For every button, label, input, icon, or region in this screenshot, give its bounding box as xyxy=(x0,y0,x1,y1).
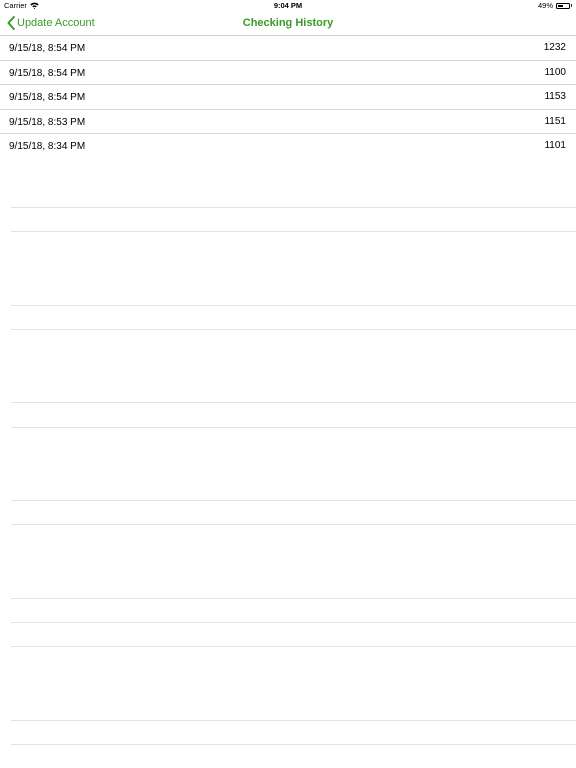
empty-row-divider xyxy=(11,744,576,745)
history-value: 1232 xyxy=(543,42,566,53)
list-item[interactable]: 9/15/18, 8:34 PM 1101 xyxy=(0,134,576,159)
history-date: 9/15/18, 8:54 PM xyxy=(9,67,86,79)
status-bar: Carrier 9:04 PM 49% xyxy=(0,0,576,12)
empty-row-divider xyxy=(11,329,576,330)
empty-row-divider xyxy=(11,231,576,232)
empty-row-divider xyxy=(11,402,576,403)
history-date: 9/15/18, 8:34 PM xyxy=(9,141,86,152)
battery-indicator: 49% xyxy=(538,1,572,10)
list-item[interactable]: 9/15/18, 8:54 PM 1100 xyxy=(0,61,576,85)
empty-row-divider xyxy=(11,500,576,501)
battery-tip xyxy=(570,4,572,7)
empty-row-divider xyxy=(11,720,576,721)
list-item[interactable]: 9/15/18, 8:53 PM 1151 xyxy=(0,110,576,134)
history-date: 9/15/18, 8:54 PM xyxy=(9,43,86,54)
page-title: Checking History xyxy=(242,17,334,29)
list-item[interactable]: 9/15/18, 8:54 PM 1232 xyxy=(0,36,576,61)
history-list: 9/15/18, 8:54 PM 1232 9/15/18, 8:54 PM 1… xyxy=(0,36,576,159)
history-date: 9/15/18, 8:53 PM xyxy=(9,116,86,128)
battery-fill xyxy=(558,4,563,7)
history-value: 1151 xyxy=(544,115,566,127)
empty-row-divider xyxy=(11,524,576,525)
list-item[interactable]: 9/15/18, 8:54 PM 1153 xyxy=(0,85,576,110)
battery-icon xyxy=(556,2,570,9)
history-value: 1100 xyxy=(544,66,566,78)
empty-row-divider xyxy=(11,598,576,599)
history-value: 1101 xyxy=(544,140,566,151)
navigation-bar: Update Account Checking History xyxy=(0,12,576,36)
status-time: 9:04 PM xyxy=(273,1,303,10)
empty-row-divider xyxy=(11,646,576,647)
battery-percent: 49% xyxy=(537,1,553,10)
history-value: 1153 xyxy=(544,91,566,102)
empty-row-divider xyxy=(11,427,576,428)
empty-row-divider xyxy=(11,622,576,623)
history-date: 9/15/18, 8:54 PM xyxy=(9,92,86,103)
empty-row-divider xyxy=(11,207,576,208)
empty-row-divider xyxy=(11,305,576,306)
